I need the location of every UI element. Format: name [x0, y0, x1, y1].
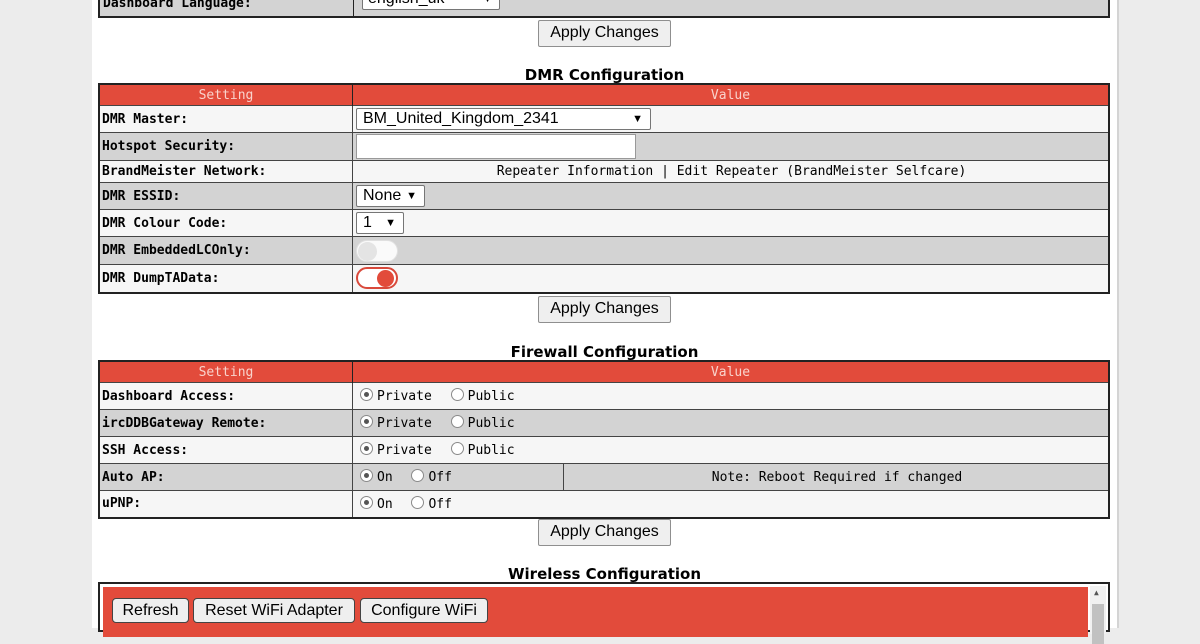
firewall-section-title: Firewall Configuration — [510, 343, 699, 361]
hotspot-security-label: Hotspot Security: — [98, 132, 353, 161]
embeddedlconly-toggle[interactable] — [356, 239, 398, 262]
autoap-off-radio[interactable] — [411, 469, 425, 482]
apply-language-button[interactable]: Apply Changes — [538, 20, 671, 47]
ssh-access-label: SSH Access: — [98, 436, 353, 464]
dmr-colour-code-select[interactable]: 1 ▼ — [356, 212, 404, 234]
firewall-col-value: Value — [352, 361, 1109, 383]
chevron-down-icon: ▼ — [482, 0, 493, 9]
hotspot-security-input[interactable] — [356, 134, 636, 159]
ircddb-public-radio[interactable] — [450, 415, 464, 428]
edit-repeater-link[interactable]: Edit Repeater (BrandMeister Selfcare) — [677, 164, 967, 179]
config-page: Dashboard Language: english_uk▼ Apply Ch… — [92, 0, 1119, 644]
upnp-label: uPNP: — [98, 490, 353, 518]
scrollbar-thumb[interactable] — [1092, 604, 1104, 644]
dmr-embeddedlconly-label: DMR EmbeddedLCOnly: — [98, 236, 353, 265]
chevron-down-icon: ▼ — [632, 113, 643, 125]
link-separator: | — [661, 164, 669, 179]
configure-wifi-button[interactable]: Configure WiFi — [360, 598, 488, 623]
dmr-essid-label: DMR ESSID: — [98, 182, 353, 210]
firewall-col-setting: Setting — [98, 361, 353, 383]
language-label: Dashboard Language: — [103, 0, 252, 11]
auto-ap-note: Note: Reboot Required if changed — [563, 463, 1110, 491]
chevron-down-icon: ▼ — [406, 190, 417, 202]
dmr-section-title: DMR Configuration — [524, 66, 685, 84]
dmr-config-table: Setting Value DMR Master: BM_United_King… — [98, 83, 1110, 294]
auto-ap-label: Auto AP: — [98, 463, 353, 491]
wireless-section-title: Wireless Configuration — [508, 565, 701, 583]
reset-wifi-adapter-button[interactable]: Reset WiFi Adapter — [193, 598, 355, 623]
wireless-scrollbar[interactable]: ▲ — [1090, 586, 1106, 644]
autoap-on-radio[interactable] — [360, 469, 373, 482]
chevron-down-icon: ▼ — [385, 217, 396, 229]
apply-firewall-button[interactable]: Apply Changes — [538, 519, 671, 546]
ssh-private-radio[interactable] — [360, 442, 373, 455]
dmr-col-value: Value — [352, 84, 1109, 106]
refresh-button[interactable]: Refresh — [112, 598, 189, 623]
ircddbgateway-remote-label: ircDDBGateway Remote: — [98, 409, 353, 437]
dmr-essid-select[interactable]: None ▼ — [356, 185, 425, 207]
dmr-master-select[interactable]: BM_United_Kingdom_2341 ▼ — [356, 108, 651, 130]
upnp-off-radio[interactable] — [411, 495, 425, 509]
dmr-col-setting: Setting — [98, 84, 353, 106]
upnp-on-radio[interactable] — [360, 495, 373, 509]
dashboard-access-label: Dashboard Access: — [98, 382, 353, 410]
ssh-public-radio[interactable] — [450, 442, 464, 455]
language-row: Dashboard Language: english_uk▼ — [98, 0, 1110, 18]
brandmeister-network-label: BrandMeister Network: — [98, 160, 353, 183]
dmr-master-label: DMR Master: — [98, 105, 353, 133]
scroll-up-icon[interactable]: ▲ — [1094, 588, 1099, 597]
ircddb-private-radio[interactable] — [360, 415, 373, 428]
dashboard-private-radio[interactable] — [360, 388, 373, 401]
dmr-colour-code-label: DMR Colour Code: — [98, 209, 353, 237]
dumptadata-toggle[interactable] — [356, 267, 398, 290]
firewall-config-table: Setting Value Dashboard Access: Private … — [98, 360, 1110, 519]
apply-dmr-button[interactable]: Apply Changes — [538, 296, 671, 323]
wireless-panel: Refresh Reset WiFi Adapter Configure WiF… — [98, 582, 1110, 644]
wireless-frame: Refresh Reset WiFi Adapter Configure WiF… — [103, 587, 1088, 637]
repeater-information-link[interactable]: Repeater Information — [497, 164, 654, 179]
dashboard-public-radio[interactable] — [450, 388, 464, 401]
dmr-dumptadata-label: DMR DumpTAData: — [98, 264, 353, 293]
language-select[interactable]: english_uk▼ — [362, 0, 500, 10]
